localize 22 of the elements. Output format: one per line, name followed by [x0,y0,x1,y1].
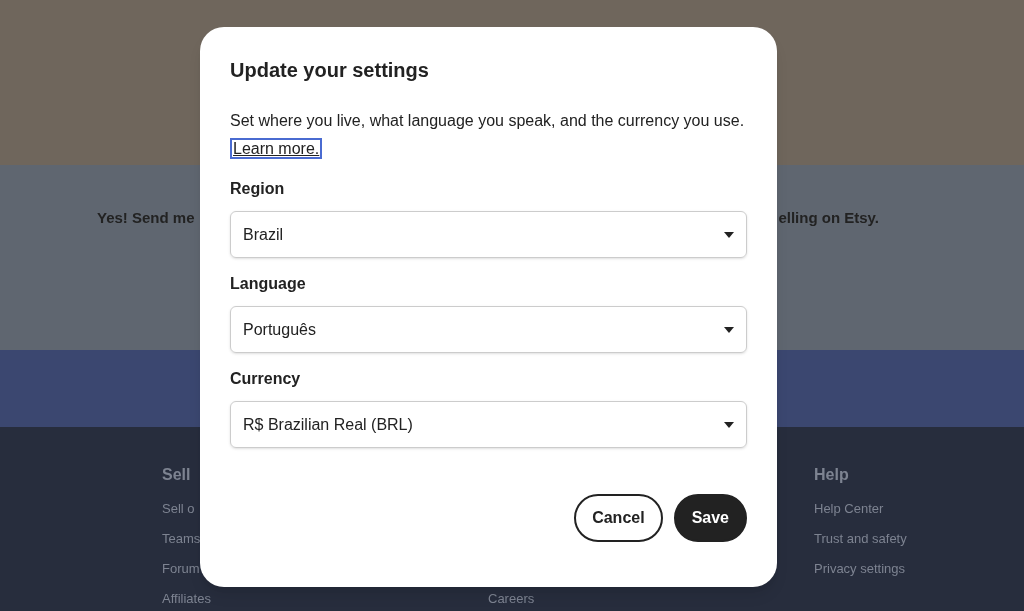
caret-icon [724,326,734,333]
footer-link[interactable]: Careers [488,589,814,609]
select-field[interactable]: Português [230,306,747,353]
footer-link[interactable]: Affiliates [162,589,488,609]
select-field[interactable]: R$ Brazilian Real (BRL) [230,401,747,448]
signup-text: Yes! Send me [97,208,195,228]
signup-text: elling on Etsy. [778,208,879,228]
learn-more-link[interactable]: Learn more. [230,138,323,159]
footer-heading: Sell [162,465,192,485]
field-label: Currency [230,369,302,389]
footer-link[interactable]: Trust and safety [814,529,907,549]
dialog-description: Set where you live, what language you speak, and the currency you use. Learn more. [230,111,746,161]
field-label: Language [230,274,307,294]
footer-link[interactable]: Privacy settings [814,559,907,579]
field-label: Region [230,179,286,199]
dialog-title: Update your settings [230,58,430,83]
caret-icon [724,231,734,238]
select-field[interactable]: Brazil [230,211,747,258]
cancel-button[interactable]: Cancel [574,494,663,542]
footer-link[interactable]: Help Center [814,499,907,519]
save-button[interactable]: Save [673,494,747,542]
footer-heading: Help [814,465,850,485]
